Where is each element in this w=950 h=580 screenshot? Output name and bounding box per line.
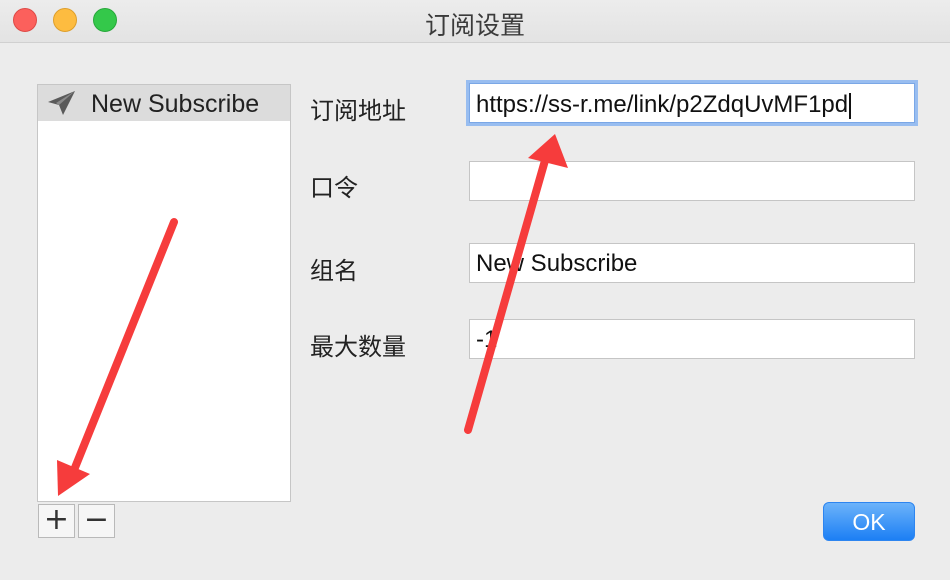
text-caret: [849, 92, 852, 119]
window-title: 订阅设置: [424, 11, 525, 40]
list-item-label: New Subscribe: [91, 90, 260, 118]
url-field[interactable]: https://ss-r.me/link/p2ZdqUvMF1pd: [469, 83, 915, 123]
group-name-label: 组名: [310, 257, 358, 285]
max-count-field[interactable]: -1: [469, 319, 915, 359]
title-bar: 订阅设置: [0, 0, 950, 43]
group-name-field[interactable]: New Subscribe: [469, 243, 915, 283]
paper-plane-icon: [46, 90, 76, 116]
ok-button[interactable]: OK: [823, 502, 915, 541]
subscription-list[interactable]: New Subscribe: [37, 84, 291, 502]
add-subscription-button[interactable]: +: [38, 504, 75, 538]
password-field[interactable]: [469, 161, 915, 201]
max-count-label: 最大数量: [310, 333, 406, 361]
list-item[interactable]: New Subscribe: [38, 85, 290, 121]
password-label: 口令: [310, 174, 358, 202]
url-field-value: https://ss-r.me/link/p2ZdqUvMF1pd: [476, 91, 849, 118]
url-label: 订阅地址: [310, 97, 406, 125]
remove-subscription-button[interactable]: −: [78, 504, 115, 538]
